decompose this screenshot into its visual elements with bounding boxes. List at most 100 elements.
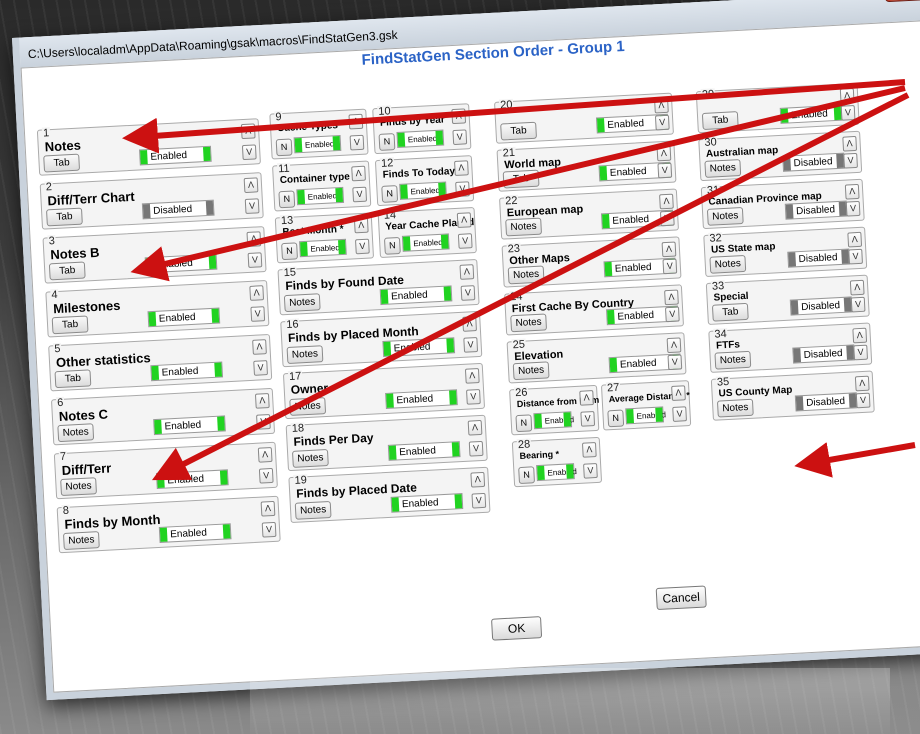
move-up-icon[interactable]: Λ: [661, 241, 677, 258]
status-toggle[interactable]: Disabled: [789, 296, 853, 316]
n-button[interactable]: N: [275, 138, 293, 157]
status-toggle[interactable]: Disabled: [787, 248, 851, 268]
notes-button[interactable]: Notes: [505, 217, 543, 237]
close-button[interactable]: x: [884, 0, 920, 3]
notes-button[interactable]: Notes: [57, 423, 95, 443]
move-up-icon[interactable]: Λ: [844, 183, 860, 200]
notes-button[interactable]: Notes: [704, 159, 742, 178]
status-toggle[interactable]: Enabled: [396, 129, 445, 148]
tab-button[interactable]: Tab: [502, 169, 540, 189]
move-up-icon[interactable]: Λ: [664, 289, 679, 306]
move-down-icon[interactable]: V: [247, 252, 263, 268]
move-down-icon[interactable]: V: [455, 181, 470, 197]
move-up-icon[interactable]: Λ: [842, 135, 858, 152]
n-button[interactable]: N: [607, 409, 625, 428]
move-up-icon[interactable]: Λ: [246, 231, 262, 247]
status-toggle[interactable]: Enabled: [387, 441, 461, 461]
n-button[interactable]: N: [518, 466, 536, 485]
tab-button[interactable]: Tab: [46, 207, 83, 227]
move-down-icon[interactable]: V: [241, 144, 257, 161]
move-up-icon[interactable]: Λ: [467, 419, 483, 436]
n-button[interactable]: N: [515, 414, 533, 433]
move-down-icon[interactable]: V: [355, 238, 370, 255]
notes-button[interactable]: Notes: [510, 313, 548, 333]
move-down-icon[interactable]: V: [253, 360, 268, 376]
status-toggle[interactable]: Enabled: [147, 307, 221, 328]
move-up-icon[interactable]: Λ: [459, 264, 475, 280]
move-down-icon[interactable]: V: [352, 186, 368, 203]
move-up-icon[interactable]: Λ: [243, 177, 259, 194]
move-down-icon[interactable]: V: [463, 337, 479, 353]
tab-button[interactable]: Tab: [54, 369, 92, 389]
n-button[interactable]: N: [281, 242, 298, 261]
status-toggle[interactable]: Enabled: [625, 406, 666, 425]
tab-button[interactable]: Tab: [43, 153, 81, 173]
status-toggle[interactable]: Enabled: [379, 285, 453, 306]
move-down-icon[interactable]: V: [580, 411, 596, 427]
notes-button[interactable]: Notes: [507, 265, 545, 285]
move-up-icon[interactable]: Λ: [353, 217, 369, 234]
move-up-icon[interactable]: Λ: [581, 441, 597, 458]
status-toggle[interactable]: Disabled: [784, 200, 848, 220]
status-toggle[interactable]: Enabled: [385, 389, 458, 409]
status-toggle[interactable]: Enabled: [155, 469, 229, 490]
status-toggle[interactable]: Enabled: [144, 253, 218, 274]
move-up-icon[interactable]: Λ: [252, 339, 267, 355]
move-down-icon[interactable]: V: [659, 210, 675, 227]
notes-button[interactable]: Notes: [286, 345, 324, 365]
status-toggle[interactable]: Enabled: [533, 411, 574, 430]
notes-button[interactable]: Notes: [289, 397, 327, 416]
n-button[interactable]: N: [278, 190, 296, 209]
move-down-icon[interactable]: V: [664, 306, 680, 323]
move-down-icon[interactable]: V: [466, 388, 481, 405]
status-toggle[interactable]: Enabled: [299, 238, 347, 258]
move-up-icon[interactable]: Λ: [464, 368, 480, 384]
tab-button[interactable]: Tab: [500, 121, 537, 141]
tab-button[interactable]: Tab: [711, 302, 749, 322]
move-down-icon[interactable]: V: [471, 492, 487, 509]
n-button[interactable]: N: [383, 236, 401, 255]
move-up-icon[interactable]: Λ: [470, 471, 486, 488]
move-down-icon[interactable]: V: [654, 114, 670, 131]
notes-button[interactable]: Notes: [294, 500, 332, 520]
status-toggle[interactable]: Enabled: [150, 361, 224, 382]
n-button[interactable]: N: [378, 133, 396, 151]
move-up-icon[interactable]: Λ: [854, 375, 870, 392]
tab-button[interactable]: Tab: [701, 111, 739, 130]
move-down-icon[interactable]: V: [256, 414, 271, 430]
move-up-icon[interactable]: Λ: [656, 145, 672, 162]
move-up-icon[interactable]: Λ: [351, 165, 366, 182]
status-toggle[interactable]: Enabled: [536, 463, 577, 482]
move-up-icon[interactable]: Λ: [454, 160, 469, 177]
notes-button[interactable]: Notes: [62, 531, 100, 550]
notes-button[interactable]: Notes: [60, 477, 97, 497]
move-up-icon[interactable]: Λ: [666, 337, 682, 354]
move-up-icon[interactable]: Λ: [847, 231, 863, 248]
move-up-icon[interactable]: Λ: [260, 500, 276, 517]
status-toggle[interactable]: Enabled: [401, 233, 450, 252]
status-toggle[interactable]: Disabled: [141, 199, 215, 220]
notes-button[interactable]: Notes: [283, 293, 321, 313]
n-button[interactable]: N: [381, 185, 399, 203]
move-up-icon[interactable]: Λ: [240, 123, 256, 140]
move-up-icon[interactable]: Λ: [852, 327, 868, 344]
move-down-icon[interactable]: V: [460, 285, 476, 301]
notes-button[interactable]: Notes: [291, 449, 329, 468]
status-toggle[interactable]: Enabled: [399, 181, 447, 200]
cancel-button[interactable]: Cancel: [655, 585, 707, 611]
move-down-icon[interactable]: V: [457, 233, 473, 249]
move-down-icon[interactable]: V: [258, 467, 274, 484]
status-toggle[interactable]: Disabled: [794, 392, 858, 412]
notes-button[interactable]: Notes: [512, 361, 550, 381]
move-down-icon[interactable]: V: [848, 248, 863, 265]
move-up-icon[interactable]: Λ: [451, 108, 467, 125]
move-up-icon[interactable]: Λ: [659, 193, 674, 210]
move-down-icon[interactable]: V: [250, 306, 266, 322]
status-toggle[interactable]: Enabled: [153, 415, 226, 436]
notes-button[interactable]: Notes: [716, 398, 754, 418]
status-toggle[interactable]: Enabled: [293, 134, 342, 154]
move-up-icon[interactable]: Λ: [257, 446, 273, 463]
move-down-icon[interactable]: V: [845, 200, 861, 217]
move-down-icon[interactable]: V: [840, 104, 856, 121]
move-up-icon[interactable]: Λ: [462, 316, 477, 332]
